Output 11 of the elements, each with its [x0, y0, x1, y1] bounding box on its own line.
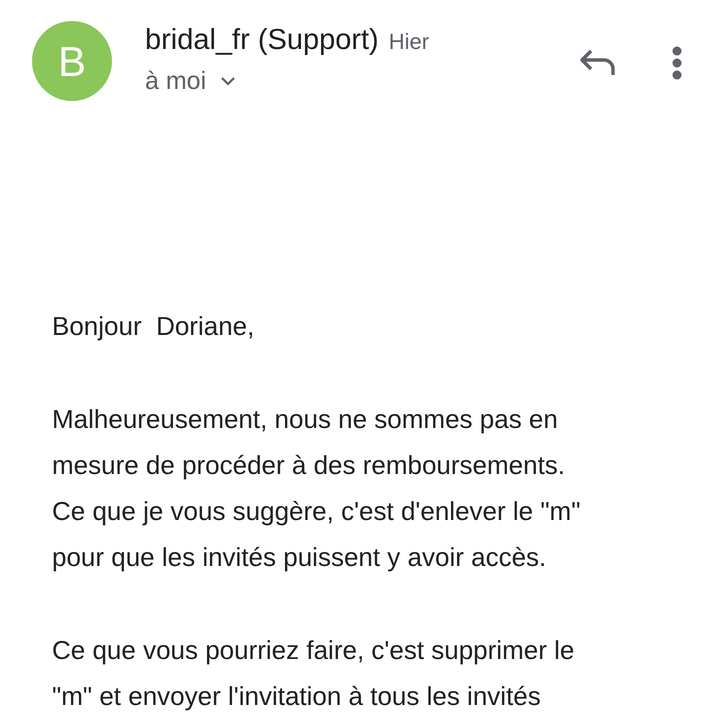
recipient-dropdown[interactable]: à moi: [145, 65, 430, 97]
more-vertical-icon: [671, 46, 683, 80]
message-date: Hier: [388, 28, 430, 56]
message-paragraph: Ce que vous pourriez faire, c'est supprimer le "m" et envoyer l'invitation à tous les invités: [52, 634, 574, 713]
sender-name: bridal_fr (Support): [145, 23, 379, 58]
reply-icon: [579, 48, 617, 78]
avatar: B: [32, 21, 112, 101]
message-paragraph: Malheureusement, nous ne sommes pas en mesure de procéder à des remboursements. Ce que je vous suggère, c'est d'enlever le "m" pour que les invités puissent y avoir accès.: [52, 403, 580, 574]
message-paragraph: Bonjour Doriane,: [52, 310, 254, 343]
chevron-down-icon: [220, 76, 236, 86]
more-options-button[interactable]: [670, 45, 684, 81]
